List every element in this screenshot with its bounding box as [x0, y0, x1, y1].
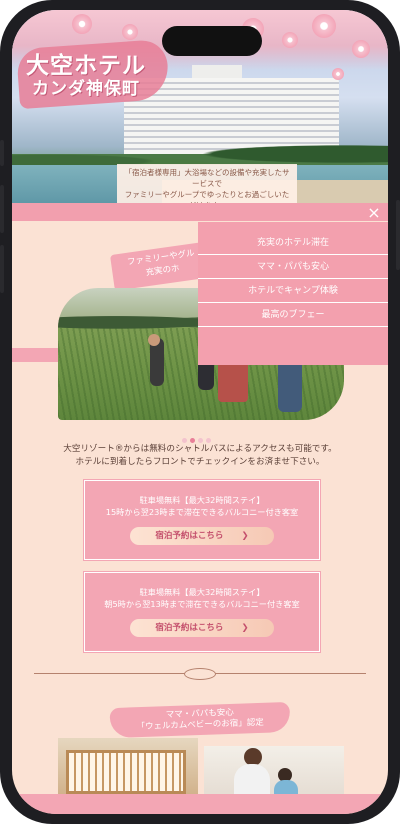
offer-card: 駐車場無料【最大32時間ステイ】 朝5時から翌13時まで滞在できるバルコニー付き… [83, 571, 321, 653]
hero-caption-line: 「宿泊者様専用」大浴場などの設備や充実したサービスで [124, 168, 290, 188]
offer-description: 朝5時から翌13時まで滞在できるバルコニー付き客室 [104, 599, 300, 609]
offer-title: 駐車場無料【最大32時間ステイ】 [139, 495, 265, 505]
chevron-right-icon: ❯ [241, 623, 249, 633]
navigation-menu: 充実のホテル滞在 ママ・パパも安心 ホテルでキャンプ体験 最高のブフェー [198, 222, 388, 365]
intro-line: ホテルに到着したらフロントでチェックインをお済ませ下さい。 [75, 457, 325, 467]
close-menu-button[interactable]: × [364, 204, 384, 222]
hero-caption: 「宿泊者様専用」大浴場などの設備や充実したサービスで ファミリーやグループでゆっ… [117, 164, 297, 205]
section-ribbon: ママ・パパも安心 「ウェルカムベビーのお宿」認定 [109, 701, 291, 739]
volume-up-button [0, 185, 4, 233]
bottom-band [12, 794, 388, 814]
menu-item-parents[interactable]: ママ・パパも安心 [198, 255, 388, 279]
menu-item-buffet[interactable]: 最高のブフェー [198, 303, 388, 327]
power-button [396, 200, 400, 270]
ornamental-divider [34, 668, 366, 680]
button-label: 宿泊予約はこちら [155, 531, 224, 541]
book-stay-button[interactable]: 宿泊予約はこちら ❯ [130, 527, 274, 545]
intro-text: 大空リゾート®からは無料のシャトルバスによるアクセスも可能です。 ホテルに到着し… [42, 443, 358, 469]
book-stay-button[interactable]: 宿泊予約はこちら ❯ [130, 619, 274, 637]
offer-card: 駐車場無料【最大32時間ステイ】 15時から翌23時まで滞在できるバルコニー付き… [83, 479, 321, 561]
navigation-bar [12, 203, 388, 221]
decorative-strip [12, 348, 58, 362]
dynamic-island [162, 26, 262, 56]
menu-item-hotel-stay[interactable]: 充実のホテル滞在 [198, 231, 388, 255]
offer-title: 駐車場無料【最大32時間ステイ】 [139, 587, 265, 597]
hotel-logo-subtitle: カンダ神保町 [32, 79, 140, 99]
mute-switch [0, 140, 4, 166]
volume-down-button [0, 245, 4, 293]
intro-line: 大空リゾート®からは無料のシャトルバスによるアクセスも可能です。 [63, 444, 337, 454]
chevron-right-icon: ❯ [241, 531, 249, 541]
offer-description: 15時から翌23時まで滞在できるバルコニー付き客室 [105, 507, 299, 517]
phone-screen: 大空ホテル カンダ神保町 「宿泊者様専用」大浴場などの設備や充実したサービスで … [12, 10, 388, 814]
button-label: 宿泊予約はこちら [155, 623, 224, 633]
carousel-indicators [182, 428, 222, 443]
menu-item-camping[interactable]: ホテルでキャンプ体験 [198, 279, 388, 303]
